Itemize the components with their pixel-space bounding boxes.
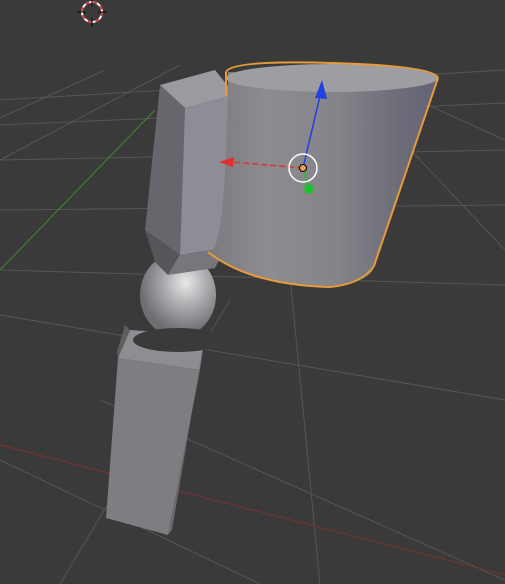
pivot-point-icon: [299, 164, 307, 172]
3d-cursor-icon[interactable]: [77, 0, 107, 27]
3d-viewport[interactable]: [0, 0, 505, 584]
y-axis-line: [0, 109, 156, 271]
lower-block[interactable]: [106, 325, 205, 535]
viewport-canvas[interactable]: [0, 0, 505, 584]
gizmo-y-handle[interactable]: [304, 184, 314, 194]
x-axis-line: [0, 444, 505, 576]
